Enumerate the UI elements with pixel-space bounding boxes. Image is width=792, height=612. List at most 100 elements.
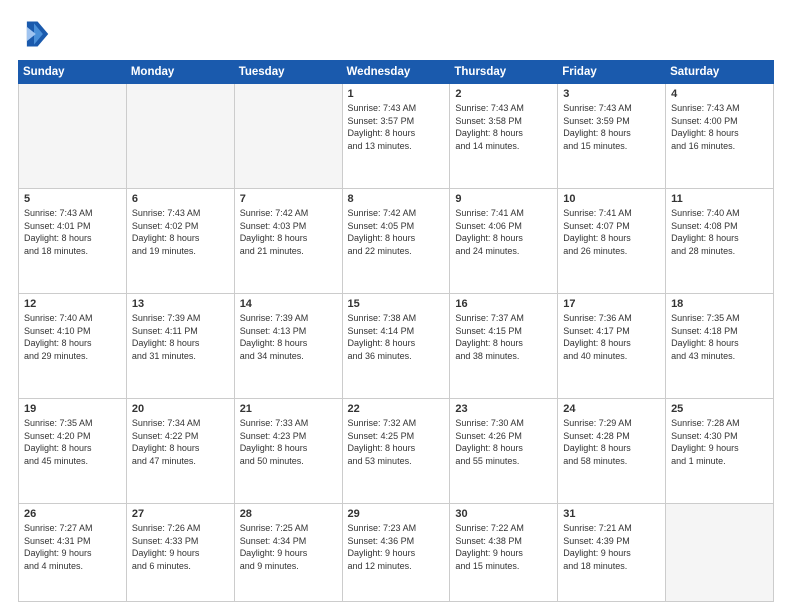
week-row-2: 5Sunrise: 7:43 AM Sunset: 4:01 PM Daylig… [19, 189, 774, 294]
day-number: 25 [671, 403, 768, 415]
day-number: 23 [455, 403, 552, 415]
day-number: 19 [24, 403, 121, 415]
week-row-5: 26 Sunrise: 7:27 AM Sunset: 4:31 PM Dayli… [19, 504, 774, 602]
day-cell: 2 Sunrise: 7:43 AM Sunset: 3:58 PM Daylig… [450, 84, 558, 189]
calendar-table: SundayMondayTuesdayWednesdayThursdayFrid… [18, 60, 774, 602]
weekday-header-tuesday: Tuesday [234, 61, 342, 84]
day-cell: 16 Sunrise: 7:37 AM Sunset: 4:15 PM Dayli… [450, 294, 558, 399]
day-info: Sunrise: 7:26 AM Sunset: 4:33 PM Dayligh… [132, 522, 229, 572]
day-number: 13 [132, 298, 229, 310]
day-number: 20 [132, 403, 229, 415]
day-cell: 1 Sunrise: 7:43 AM Sunset: 3:57 PM Daylig… [342, 84, 450, 189]
day-number: 28 [240, 508, 337, 520]
weekday-header-friday: Friday [558, 61, 666, 84]
day-number: 1 [348, 88, 445, 100]
day-cell: 8 Sunrise: 7:42 AM Sunset: 4:05 PM Daylig… [342, 189, 450, 294]
day-info: Sunrise: 7:43 AM Sunset: 3:57 PM Dayligh… [348, 102, 445, 152]
day-number: 18 [671, 298, 768, 310]
day-cell: 18 Sunrise: 7:35 AM Sunset: 4:18 PM Dayli… [666, 294, 774, 399]
day-info: Sunrise: 7:43 AM Sunset: 3:58 PM Dayligh… [455, 102, 552, 152]
day-info: Sunrise: 7:37 AM Sunset: 4:15 PM Dayligh… [455, 312, 552, 362]
weekday-header-saturday: Saturday [666, 61, 774, 84]
day-cell: 28 Sunrise: 7:25 AM Sunset: 4:34 PM Dayli… [234, 504, 342, 602]
day-cell: 23 Sunrise: 7:30 AM Sunset: 4:26 PM Dayli… [450, 399, 558, 504]
day-cell: 10Sunrise: 7:41 AM Sunset: 4:07 PM Dayli… [558, 189, 666, 294]
weekday-header-thursday: Thursday [450, 61, 558, 84]
day-cell: 20 Sunrise: 7:34 AM Sunset: 4:22 PM Dayli… [126, 399, 234, 504]
day-cell: 14 Sunrise: 7:39 AM Sunset: 4:13 PM Dayli… [234, 294, 342, 399]
day-cell: 17 Sunrise: 7:36 AM Sunset: 4:17 PM Dayli… [558, 294, 666, 399]
day-info: Sunrise: 7:42 AM Sunset: 4:03 PM Dayligh… [240, 207, 337, 257]
day-info: Sunrise: 7:35 AM Sunset: 4:20 PM Dayligh… [24, 417, 121, 467]
day-cell: 15Sunrise: 7:38 AM Sunset: 4:14 PM Dayli… [342, 294, 450, 399]
day-number: 17 [563, 298, 660, 310]
day-info: Sunrise: 7:41 AM Sunset: 4:07 PM Dayligh… [563, 207, 660, 257]
day-number: 4 [671, 88, 768, 100]
day-cell: 3 Sunrise: 7:43 AM Sunset: 3:59 PM Daylig… [558, 84, 666, 189]
day-info: Sunrise: 7:22 AM Sunset: 4:38 PM Dayligh… [455, 522, 552, 572]
day-cell: 29 Sunrise: 7:23 AM Sunset: 4:36 PM Dayli… [342, 504, 450, 602]
day-cell: 5Sunrise: 7:43 AM Sunset: 4:01 PM Daylig… [19, 189, 127, 294]
day-number: 24 [563, 403, 660, 415]
day-info: Sunrise: 7:41 AM Sunset: 4:06 PM Dayligh… [455, 207, 552, 257]
week-row-4: 19 Sunrise: 7:35 AM Sunset: 4:20 PM Dayli… [19, 399, 774, 504]
day-number: 8 [348, 193, 445, 205]
day-number: 14 [240, 298, 337, 310]
day-info: Sunrise: 7:43 AM Sunset: 4:01 PM Dayligh… [24, 207, 121, 257]
weekday-header-wednesday: Wednesday [342, 61, 450, 84]
day-cell: 22Sunrise: 7:32 AM Sunset: 4:25 PM Dayli… [342, 399, 450, 504]
day-info: Sunrise: 7:23 AM Sunset: 4:36 PM Dayligh… [348, 522, 445, 572]
day-number: 29 [348, 508, 445, 520]
day-info: Sunrise: 7:21 AM Sunset: 4:39 PM Dayligh… [563, 522, 660, 572]
day-number: 11 [671, 193, 768, 205]
day-info: Sunrise: 7:25 AM Sunset: 4:34 PM Dayligh… [240, 522, 337, 572]
day-cell [19, 84, 127, 189]
day-info: Sunrise: 7:27 AM Sunset: 4:31 PM Dayligh… [24, 522, 121, 572]
weekday-header-row: SundayMondayTuesdayWednesdayThursdayFrid… [19, 61, 774, 84]
weekday-header-sunday: Sunday [19, 61, 127, 84]
day-info: Sunrise: 7:36 AM Sunset: 4:17 PM Dayligh… [563, 312, 660, 362]
day-info: Sunrise: 7:35 AM Sunset: 4:18 PM Dayligh… [671, 312, 768, 362]
day-cell: 9 Sunrise: 7:41 AM Sunset: 4:06 PM Daylig… [450, 189, 558, 294]
day-number: 3 [563, 88, 660, 100]
day-number: 2 [455, 88, 552, 100]
day-cell [126, 84, 234, 189]
day-info: Sunrise: 7:42 AM Sunset: 4:05 PM Dayligh… [348, 207, 445, 257]
day-cell: 27Sunrise: 7:26 AM Sunset: 4:33 PM Dayli… [126, 504, 234, 602]
day-info: Sunrise: 7:34 AM Sunset: 4:22 PM Dayligh… [132, 417, 229, 467]
day-cell: 6 Sunrise: 7:43 AM Sunset: 4:02 PM Daylig… [126, 189, 234, 294]
day-number: 21 [240, 403, 337, 415]
day-info: Sunrise: 7:33 AM Sunset: 4:23 PM Dayligh… [240, 417, 337, 467]
page: SundayMondayTuesdayWednesdayThursdayFrid… [0, 0, 792, 612]
day-cell [234, 84, 342, 189]
day-info: Sunrise: 7:29 AM Sunset: 4:28 PM Dayligh… [563, 417, 660, 467]
day-info: Sunrise: 7:40 AM Sunset: 4:10 PM Dayligh… [24, 312, 121, 362]
day-number: 16 [455, 298, 552, 310]
day-cell: 12 Sunrise: 7:40 AM Sunset: 4:10 PM Dayli… [19, 294, 127, 399]
week-row-3: 12 Sunrise: 7:40 AM Sunset: 4:10 PM Dayli… [19, 294, 774, 399]
day-info: Sunrise: 7:39 AM Sunset: 4:13 PM Dayligh… [240, 312, 337, 362]
day-number: 31 [563, 508, 660, 520]
day-cell: 24 Sunrise: 7:29 AM Sunset: 4:28 PM Dayli… [558, 399, 666, 504]
day-number: 12 [24, 298, 121, 310]
day-cell: 21 Sunrise: 7:33 AM Sunset: 4:23 PM Dayli… [234, 399, 342, 504]
header [18, 18, 774, 50]
day-cell: 31 Sunrise: 7:21 AM Sunset: 4:39 PM Dayli… [558, 504, 666, 602]
day-number: 30 [455, 508, 552, 520]
day-number: 9 [455, 193, 552, 205]
day-info: Sunrise: 7:30 AM Sunset: 4:26 PM Dayligh… [455, 417, 552, 467]
day-info: Sunrise: 7:43 AM Sunset: 3:59 PM Dayligh… [563, 102, 660, 152]
day-info: Sunrise: 7:43 AM Sunset: 4:00 PM Dayligh… [671, 102, 768, 152]
day-cell: 19 Sunrise: 7:35 AM Sunset: 4:20 PM Dayli… [19, 399, 127, 504]
day-cell: 4 Sunrise: 7:43 AM Sunset: 4:00 PM Daylig… [666, 84, 774, 189]
logo [18, 18, 54, 50]
day-number: 6 [132, 193, 229, 205]
day-number: 26 [24, 508, 121, 520]
day-info: Sunrise: 7:39 AM Sunset: 4:11 PM Dayligh… [132, 312, 229, 362]
day-info: Sunrise: 7:28 AM Sunset: 4:30 PM Dayligh… [671, 417, 768, 467]
day-info: Sunrise: 7:40 AM Sunset: 4:08 PM Dayligh… [671, 207, 768, 257]
day-cell: 13 Sunrise: 7:39 AM Sunset: 4:11 PM Dayli… [126, 294, 234, 399]
day-cell: 7Sunrise: 7:42 AM Sunset: 4:03 PM Daylig… [234, 189, 342, 294]
day-cell [666, 504, 774, 602]
day-info: Sunrise: 7:43 AM Sunset: 4:02 PM Dayligh… [132, 207, 229, 257]
